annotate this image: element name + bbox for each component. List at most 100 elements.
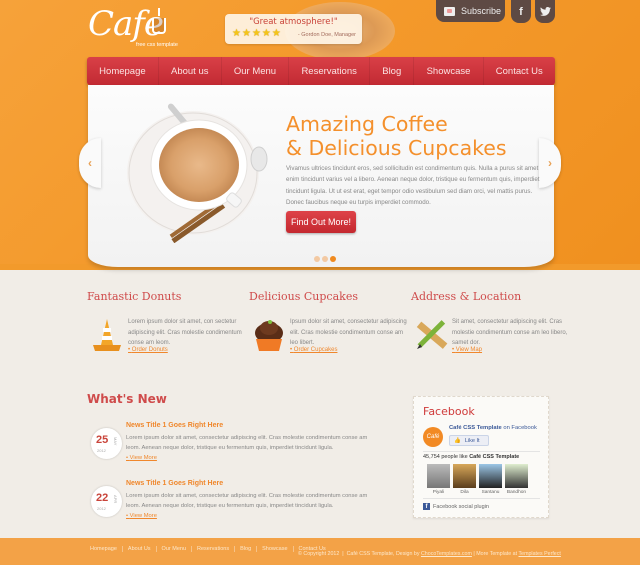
facebook-button[interactable]: f <box>511 0 531 23</box>
envelope-icon <box>444 6 455 16</box>
fan-name[interactable]: Piyali <box>427 490 450 495</box>
testimonial-badge: "Great atmosphere!" ★ ★ ★ ★ ★ - Gordon D… <box>225 14 362 44</box>
slider-dot-2[interactable] <box>322 256 328 262</box>
footer-link-menu[interactable]: Our Menu <box>157 546 193 552</box>
nav-item-homepage[interactable]: Homepage <box>87 57 159 85</box>
nav-item-menu[interactable]: Our Menu <box>222 57 290 85</box>
find-out-more-button[interactable]: Find Out More! <box>286 211 356 233</box>
chevron-left-icon: ‹ <box>88 156 92 170</box>
logo-tagline: free css template <box>136 42 178 48</box>
subscribe-button[interactable]: Subscribe <box>436 0 505 22</box>
footer-link-homepage[interactable]: Homepage <box>90 546 123 552</box>
footer: Homepage About Us Our Menu Reservations … <box>0 538 640 565</box>
slider-pagination <box>314 256 336 262</box>
news-title-link[interactable]: News Title 1 Goes Right Here <box>126 480 223 487</box>
star-icon: ★ <box>232 28 241 39</box>
footer-link-about[interactable]: About Us <box>123 546 157 552</box>
slider-dot-1[interactable] <box>314 256 320 262</box>
rating-stars: ★ ★ ★ ★ ★ <box>232 29 281 39</box>
slider-dot-3[interactable] <box>330 256 336 262</box>
traffic-cone-icon <box>93 319 121 351</box>
star-icon: ★ <box>251 28 261 39</box>
feature-title: Fantastic Donuts <box>87 290 182 303</box>
twitter-button[interactable] <box>535 0 555 23</box>
feature-text: Lorem ipsum dolor sit amet, con sectetur… <box>128 319 242 346</box>
cup-icon <box>152 18 166 34</box>
news-text: Lorem ipsum dolor sit amet, consectetur … <box>126 435 368 451</box>
more-templates-link[interactable]: Templates Perfect <box>518 551 560 557</box>
date-year: 2012 <box>97 506 106 511</box>
footer-link-reservations[interactable]: Reservations <box>192 546 236 552</box>
logo[interactable]: Cafe free css template <box>88 4 178 52</box>
date-badge: 25 2012 MAY <box>91 428 122 459</box>
star-icon: ★ <box>241 28 251 39</box>
feature-cupcakes: Delicious Cupcakes Ipsum dolor sit amet,… <box>249 290 409 353</box>
copyright-text: © Copyright 2012 | Café CSS Template, De… <box>298 551 561 557</box>
nav-item-contact[interactable]: Contact Us <box>484 57 555 85</box>
nav-item-showcase[interactable]: Showcase <box>414 57 484 85</box>
footer-link-showcase[interactable]: Showcase <box>257 546 294 552</box>
testimonial-quote: "Great atmosphere!" <box>249 17 338 27</box>
date-day: 25 <box>96 434 109 446</box>
main-nav: Homepage About us Our Menu Reservations … <box>87 57 555 85</box>
ruler-pencil-icon <box>416 320 448 349</box>
view-map-link[interactable]: • View Map <box>452 347 482 353</box>
date-year: 2012 <box>97 448 106 453</box>
divider <box>423 498 540 499</box>
steam-icon <box>158 8 160 16</box>
star-icon: ★ <box>261 28 271 39</box>
date-month: APR <box>113 495 118 504</box>
feature-text: Sit amet, consectetur adipiscing elit. C… <box>452 319 568 346</box>
subscribe-label: Subscribe <box>461 6 502 16</box>
facebook-widget: Facebook Café Café CSS Template on Faceb… <box>413 396 549 518</box>
divider <box>423 451 540 452</box>
like-count: 45,754 people like Café CSS Template <box>423 454 520 460</box>
slide-title-line1: Amazing Coffee <box>286 112 448 136</box>
footer-nav: Homepage About Us Our Menu Reservations … <box>90 546 331 552</box>
footer-link-blog[interactable]: Blog <box>235 546 258 552</box>
fan-avatar[interactable] <box>453 464 476 488</box>
facebook-icon: f <box>519 5 523 18</box>
news-text: Lorem ipsum dolor sit amet, consectetur … <box>126 493 368 509</box>
slide-title: Amazing Coffee & Delicious Cupcakes <box>286 112 546 160</box>
fan-avatar[interactable] <box>427 464 450 488</box>
feature-title: Address & Location <box>411 290 522 303</box>
chevron-right-icon: › <box>548 156 552 170</box>
order-cupcakes-link[interactable]: • Order Cupcakes <box>290 347 337 353</box>
like-label: Like It <box>464 437 480 444</box>
nav-item-blog[interactable]: Blog <box>370 57 415 85</box>
feature-donuts: Fantastic Donuts Lorem ipsum dolor sit a… <box>87 290 247 353</box>
fan-avatar[interactable] <box>479 464 502 488</box>
fan-avatar[interactable] <box>505 464 528 488</box>
facebook-page-link[interactable]: Café CSS Template on Facebook <box>449 425 537 431</box>
date-month: MAY <box>113 437 118 446</box>
feature-location: Address & Location Sit amet, consectetur… <box>411 290 571 353</box>
news-item: 25 2012 MAY News Title 1 Goes Right Here… <box>91 422 376 472</box>
feature-title: Delicious Cupcakes <box>249 290 358 303</box>
facebook-heading: Facebook <box>423 405 475 418</box>
feature-text: Ipsum dolor sit amet, consectetur adipis… <box>290 319 407 346</box>
designer-link[interactable]: ChocoTemplates.com <box>421 551 472 557</box>
cupcake-icon <box>255 320 283 351</box>
cafe-avatar[interactable]: Café <box>423 427 443 447</box>
news-item: 22 2012 APR News Title 1 Goes Right Here… <box>91 480 376 530</box>
slide-title-line2: & Delicious Cupcakes <box>286 136 507 160</box>
like-button[interactable]: 👍 Like It <box>449 435 489 446</box>
fan-name[interactable]: Dila <box>453 490 476 495</box>
facebook-icon: f <box>423 503 430 510</box>
view-more-link[interactable]: • View More <box>126 513 157 519</box>
view-more-link[interactable]: • View More <box>126 455 157 461</box>
slide-text: Vivamus ultrices tincidunt eros, sed sol… <box>286 165 540 206</box>
order-donuts-link[interactable]: • Order Donuts <box>128 347 168 353</box>
nav-item-reservations[interactable]: Reservations <box>289 57 371 85</box>
date-badge: 22 2012 APR <box>91 486 122 517</box>
facebook-plugin-link[interactable]: f Facebook social plugin <box>423 503 489 510</box>
star-icon: ★ <box>271 28 281 39</box>
testimonial-author: - Gordon Doe, Manager <box>297 32 356 38</box>
news-title-link[interactable]: News Title 1 Goes Right Here <box>126 422 223 429</box>
fan-name[interactable]: Bandhon <box>505 490 528 495</box>
nav-item-about[interactable]: About us <box>159 57 222 85</box>
fan-name[interactable]: Santanu <box>479 490 502 495</box>
coffee-cup-image <box>127 103 268 243</box>
twitter-icon <box>539 7 551 16</box>
